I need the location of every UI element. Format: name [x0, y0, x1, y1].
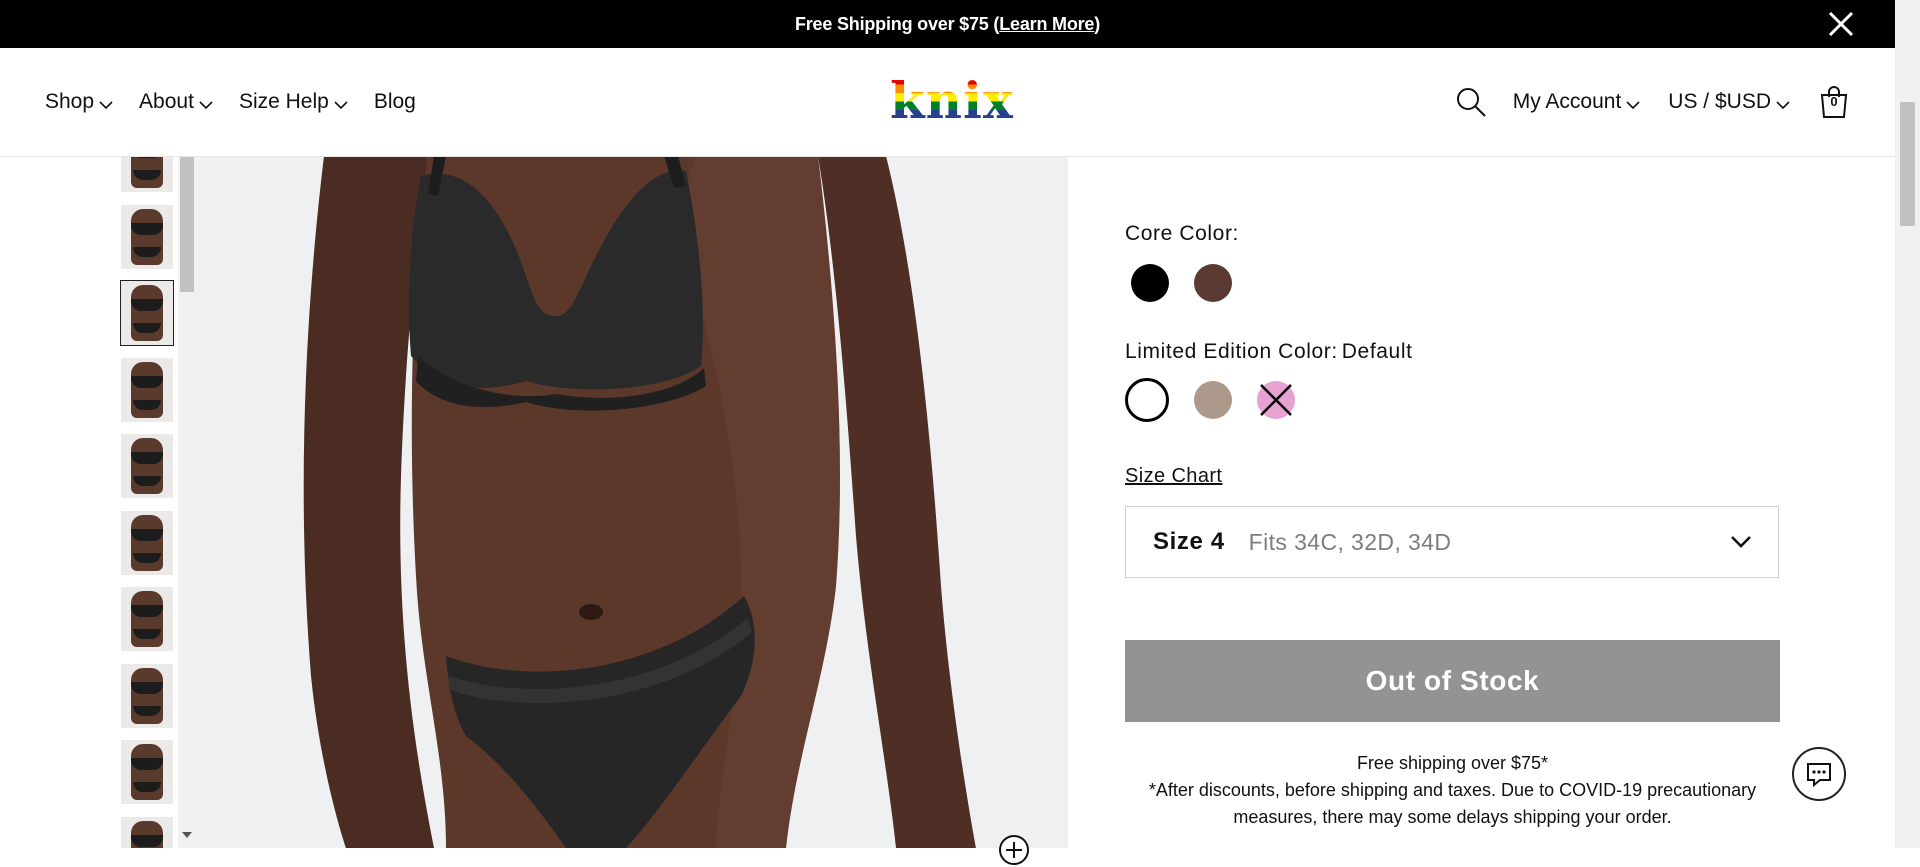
limited-color-label-text: Limited Edition Color: — [1125, 340, 1338, 363]
thumbnail-scrollbar-thumb[interactable] — [180, 156, 194, 292]
page-scrollbar[interactable] — [1895, 0, 1920, 848]
thumbnail-brief — [133, 705, 161, 716]
chat-icon — [1807, 763, 1831, 788]
gallery-thumbnail[interactable] — [121, 434, 173, 498]
nav-about[interactable]: About — [139, 90, 213, 114]
currency-label: US / $USD — [1668, 90, 1771, 113]
currency-selector[interactable]: US / $USD — [1668, 90, 1790, 114]
thumbnail-bra — [131, 452, 163, 464]
thumbnail-strip — [118, 156, 178, 848]
size-chart-link[interactable]: Size Chart — [1125, 465, 1222, 488]
page-scrollbar-thumb[interactable] — [1900, 102, 1915, 226]
gallery-thumbnail[interactable] — [121, 357, 173, 422]
my-account-label: My Account — [1512, 90, 1622, 113]
thumbnail-bra — [131, 299, 163, 311]
announcement-bar: Free Shipping over $75 (Learn More) — [0, 0, 1895, 48]
thumbnail-bra — [131, 222, 163, 235]
size-name: Size 4 — [1153, 528, 1225, 555]
gallery-thumbnail[interactable] — [121, 156, 173, 192]
shipping-line-1: Free shipping over $75* — [1356, 753, 1549, 773]
thumbnail-bra — [131, 528, 163, 541]
nav-shop-label: Shop — [45, 90, 95, 113]
out-of-stock-button[interactable]: Out of Stock — [1125, 640, 1780, 722]
limited-color-label: Limited Edition Color: Default — [1125, 340, 1413, 364]
thumbnail-bra — [131, 605, 163, 617]
main-nav: Shop About Size Help Blog — [45, 48, 442, 156]
core-color-label: Core Color: — [1125, 222, 1239, 246]
swatch-core-brown[interactable] — [1194, 264, 1232, 302]
thumbnail-brief — [133, 399, 161, 410]
shipping-info: Free shipping over $75* *After discounts… — [1125, 750, 1780, 831]
chevron-down-icon — [1731, 536, 1751, 548]
close-icon[interactable] — [1827, 10, 1855, 38]
chevron-down-icon — [99, 100, 113, 109]
learn-more-link[interactable]: Learn More — [999, 14, 1094, 35]
nav-blog-label: Blog — [373, 90, 416, 113]
my-account-menu[interactable]: My Account — [1513, 90, 1641, 114]
announcement-text: Free Shipping over $75 ( — [794, 13, 1000, 34]
gallery-thumbnail[interactable] — [121, 510, 173, 575]
size-fit: Fits 34C, 32D, 34D — [1248, 528, 1452, 555]
knix-logo[interactable]: knix — [890, 76, 1014, 126]
chevron-down-icon — [1776, 100, 1790, 109]
nav-size-help-label: Size Help — [238, 90, 329, 113]
thumbnail-brief — [133, 552, 161, 563]
swatch-limited-pink-unavailable[interactable] — [1257, 381, 1295, 419]
zoom-icon[interactable] — [997, 833, 1031, 867]
cart-button[interactable]: 0 — [1818, 85, 1850, 119]
swatch-core-black[interactable] — [1131, 264, 1169, 302]
core-color-label-text: Core Color: — [1125, 222, 1239, 245]
gallery-thumbnail[interactable] — [121, 204, 173, 269]
chevron-down-icon — [334, 100, 348, 109]
thumbnail-bra — [131, 758, 163, 770]
gallery-thumbnail[interactable] — [121, 587, 173, 651]
limited-color-value: Default — [1341, 340, 1413, 363]
gallery-thumbnail[interactable] — [121, 740, 173, 804]
chat-button[interactable] — [1792, 747, 1846, 801]
swatch-limited-default[interactable] — [1125, 378, 1169, 422]
size-dropdown[interactable]: Size 4 Fits 34C, 32D, 34D — [1125, 506, 1779, 578]
gallery-thumbnail[interactable] — [120, 280, 174, 346]
nav-about-label: About — [139, 90, 194, 113]
cart-count: 0 — [1830, 94, 1838, 109]
gallery-thumbnail[interactable] — [121, 663, 173, 728]
gallery-thumbnail[interactable] — [121, 816, 173, 848]
nav-size-help[interactable]: Size Help — [239, 90, 348, 114]
nav-shop[interactable]: Shop — [45, 90, 113, 114]
shipping-line-2: *After discounts, before shipping and ta… — [1148, 780, 1757, 827]
site-header: Shop About Size Help Blog knix My Accoun… — [0, 48, 1895, 157]
utility-nav: My Account US / $USD 0 — [1455, 48, 1850, 156]
swatch-limited-taupe[interactable] — [1194, 381, 1232, 419]
thumbnail-bra — [131, 834, 163, 847]
nav-blog[interactable]: Blog — [374, 90, 416, 114]
announcement-suffix: ) — [1094, 13, 1101, 34]
thumbnail-bra — [131, 681, 163, 694]
chevron-down-icon — [199, 100, 213, 109]
thumbnail-bra — [131, 375, 163, 388]
unavailable-x-icon — [1260, 384, 1292, 416]
thumbnail-brief — [133, 246, 161, 257]
thumbnail-scrollbar[interactable] — [178, 156, 196, 848]
main-product-image[interactable] — [196, 156, 1068, 848]
chevron-down-icon — [1626, 100, 1640, 109]
model-illustration — [196, 156, 1068, 848]
search-icon[interactable] — [1455, 86, 1487, 118]
scroll-down-arrow-icon[interactable] — [182, 832, 192, 838]
